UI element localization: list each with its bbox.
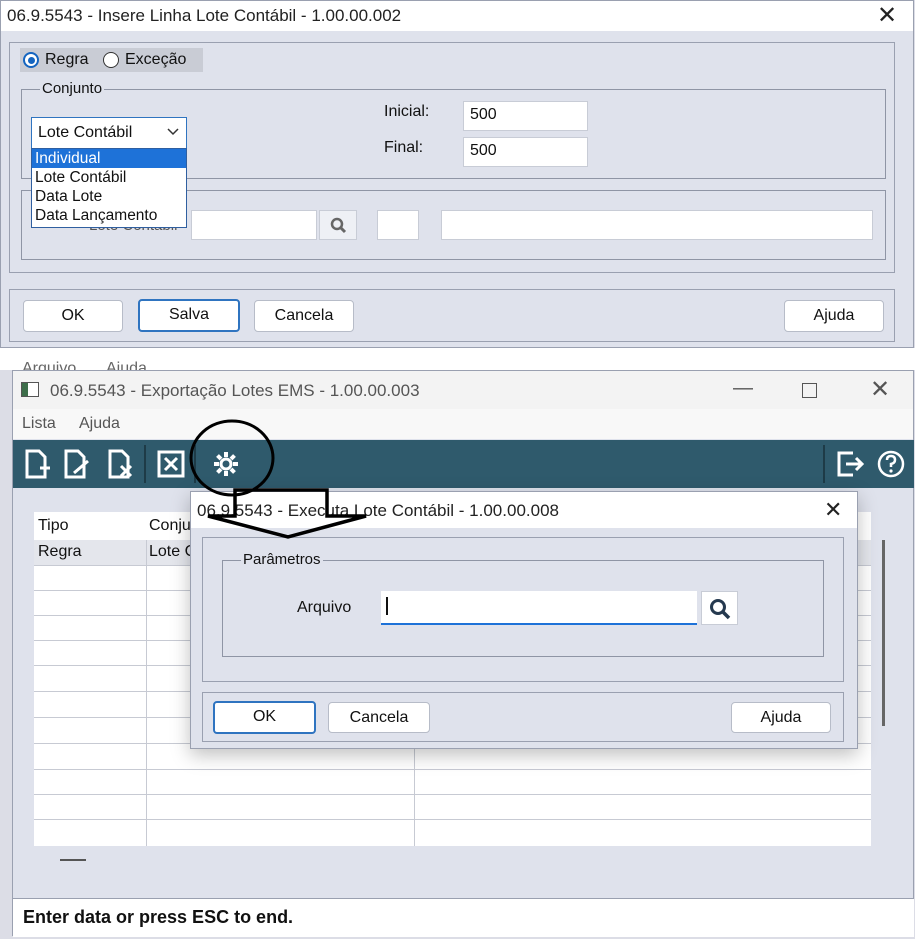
annotation-circle — [189, 419, 275, 497]
annotation-overlay — [189, 419, 367, 539]
annotation-arrow — [207, 488, 367, 539]
